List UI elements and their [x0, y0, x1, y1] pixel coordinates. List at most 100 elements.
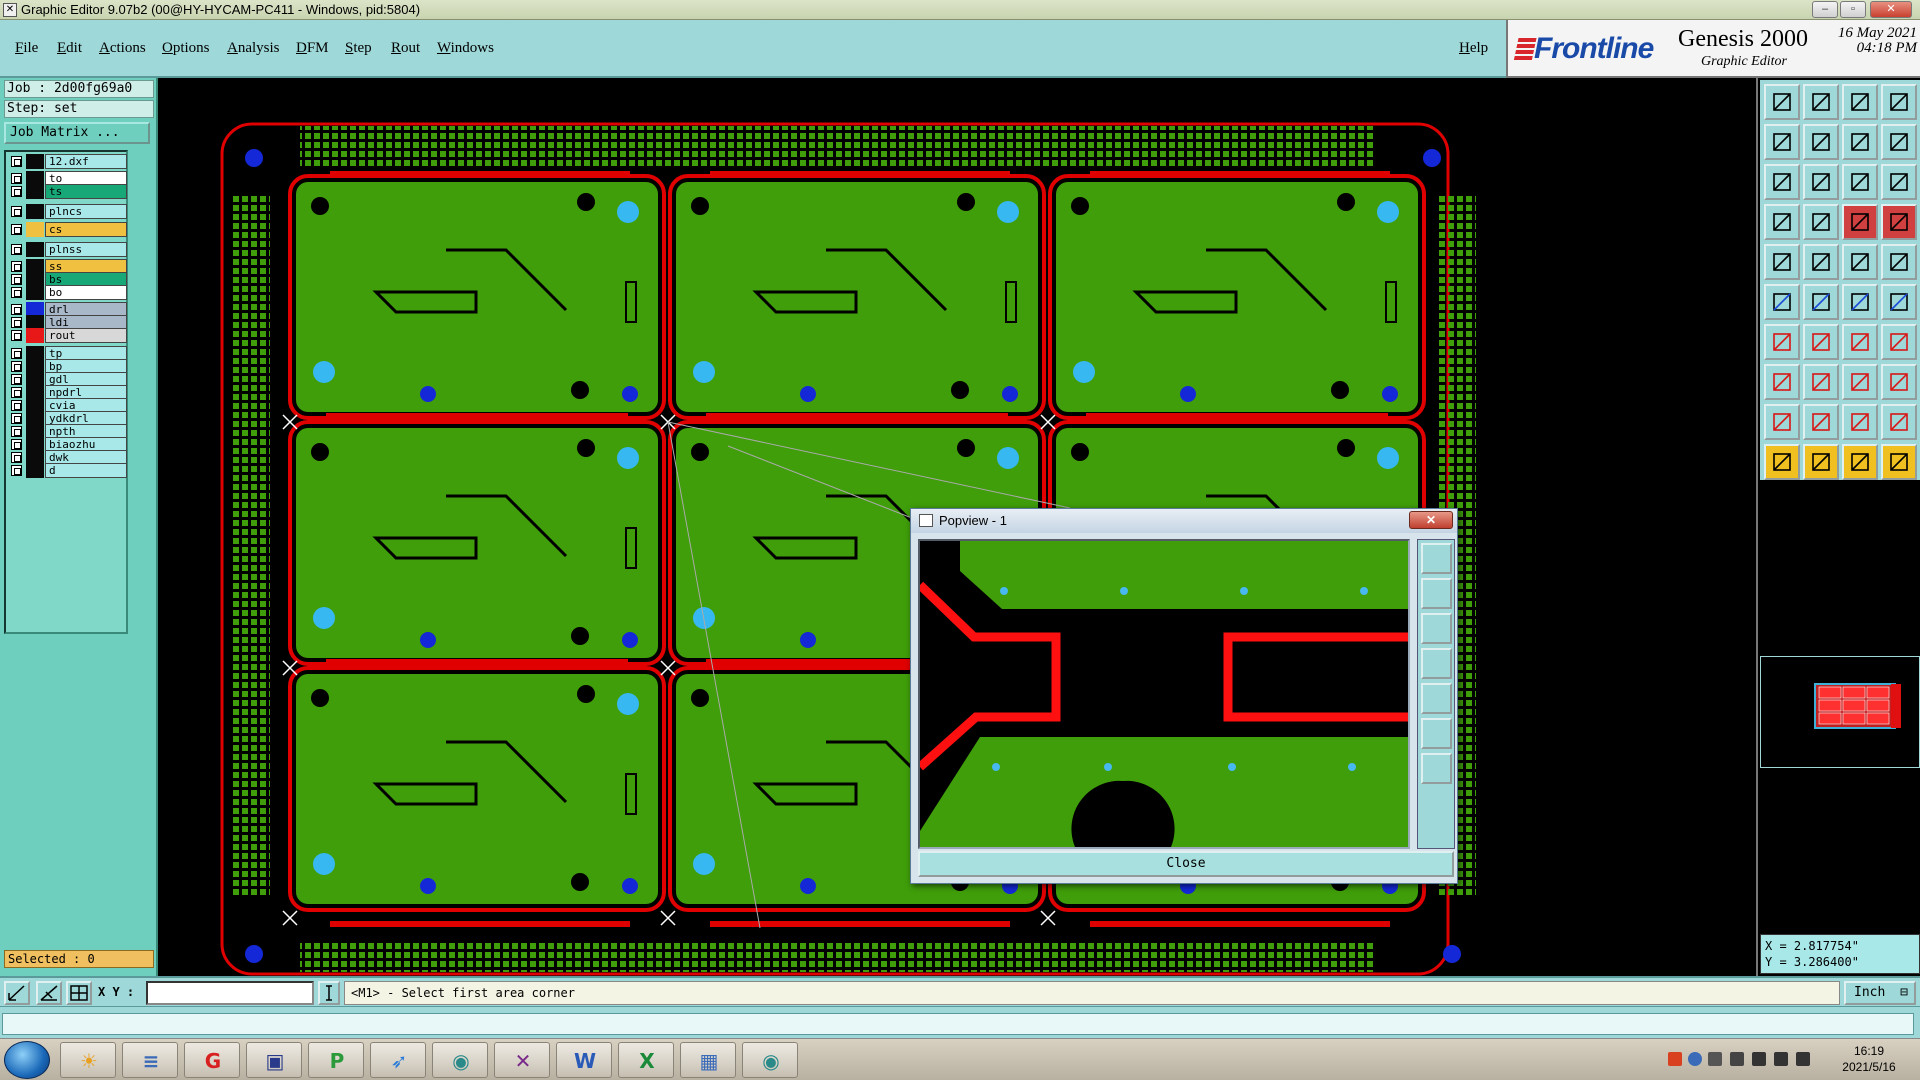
layer-color-swatch[interactable] — [26, 242, 44, 257]
layer-checkbox[interactable] — [11, 206, 22, 217]
next-icon[interactable] — [1803, 124, 1839, 160]
layer-color-swatch[interactable] — [26, 184, 44, 199]
tray-clock[interactable]: 16:19 2021/5/16 — [1824, 1043, 1914, 1075]
units-button[interactable]: Inch ⊟ — [1844, 981, 1916, 1005]
layer-checkbox[interactable] — [11, 387, 22, 398]
layer-name[interactable]: plnss — [45, 242, 127, 257]
pause-button[interactable] — [318, 981, 340, 1005]
menu-help[interactable]: Help — [1459, 40, 1488, 57]
layer-row-plnss[interactable]: plnss — [8, 242, 127, 257]
window-close-button[interactable]: ✕ — [1870, 1, 1912, 18]
start-button[interactable] — [4, 1041, 50, 1079]
menu-edit[interactable]: Edit — [57, 40, 82, 57]
save-icon[interactable] — [1803, 84, 1839, 120]
popview-close-button[interactable]: Close — [918, 851, 1454, 877]
line-alt-icon[interactable] — [1803, 324, 1839, 360]
target-icon[interactable] — [1881, 244, 1917, 280]
flag-icon[interactable] — [1796, 1052, 1810, 1066]
arc-icon[interactable] — [1842, 324, 1878, 360]
symbol-icon[interactable] — [1881, 324, 1917, 360]
taskbar-app-g-app[interactable]: G — [184, 1042, 240, 1078]
layer-row-d[interactable]: d — [8, 463, 127, 478]
volume-icon[interactable] — [1752, 1052, 1766, 1066]
dimension-icon[interactable] — [1842, 364, 1878, 400]
taskbar-app-sun-app[interactable]: ☀ — [60, 1042, 116, 1078]
popview-window[interactable]: Popview - 1 ✕ Close — [910, 508, 1458, 884]
rotate-icon[interactable] — [1764, 204, 1800, 240]
popview-zoom-out-icon[interactable] — [1421, 613, 1452, 644]
split-view-icon[interactable] — [1881, 84, 1917, 120]
layer-checkbox[interactable] — [11, 186, 22, 197]
menu-analysis[interactable]: Analysis — [227, 40, 280, 57]
layer-name[interactable]: bo — [45, 285, 127, 300]
layer-name[interactable]: rout — [45, 328, 127, 343]
layer-row-bo[interactable]: bo — [8, 285, 127, 300]
select-alt-icon[interactable] — [1803, 444, 1839, 480]
layer-checkbox[interactable] — [11, 304, 22, 315]
popview-pan-right-icon[interactable] — [1421, 683, 1452, 714]
layer-checkbox[interactable] — [11, 348, 22, 359]
overview-map[interactable] — [1760, 656, 1920, 768]
popview-zoom-icon[interactable] — [1421, 543, 1452, 574]
paint-icon[interactable] — [1803, 244, 1839, 280]
taskbar-app-x-app[interactable]: ✕ — [494, 1042, 550, 1078]
grid-toggle-icon[interactable] — [1803, 204, 1839, 240]
layer-name[interactable]: cs — [45, 222, 127, 237]
layer-color-swatch[interactable] — [26, 154, 44, 169]
layer-row-plncs[interactable]: plncs — [8, 204, 127, 219]
layer-checkbox[interactable] — [11, 261, 22, 272]
layer-checkbox[interactable] — [11, 439, 22, 450]
layer-checkbox[interactable] — [11, 330, 22, 341]
layer-color-swatch[interactable] — [26, 222, 44, 237]
layer-color-swatch[interactable] — [26, 204, 44, 219]
snap-mode-button[interactable] — [4, 981, 30, 1005]
layer-checkbox[interactable] — [11, 244, 22, 255]
cross-icon[interactable] — [1803, 284, 1839, 320]
text-b-icon[interactable] — [1842, 404, 1878, 440]
line-icon[interactable] — [1764, 324, 1800, 360]
taskbar-app-p-app[interactable]: P — [308, 1042, 364, 1078]
ruler-icon[interactable] — [1842, 244, 1878, 280]
minimize-button[interactable]: – — [1812, 1, 1838, 18]
layer-checkbox[interactable] — [11, 413, 22, 424]
taskbar-app-image-viewer[interactable]: ▦ — [680, 1042, 736, 1078]
menu-rout[interactable]: Rout — [391, 40, 420, 57]
menu-actions[interactable]: Actions — [99, 40, 146, 57]
layer-checkbox[interactable] — [11, 374, 22, 385]
minus-icon[interactable] — [1803, 364, 1839, 400]
message-field[interactable] — [2, 1013, 1914, 1035]
taskbar-app-fish-app[interactable]: ◉ — [432, 1042, 488, 1078]
layer-name[interactable]: 12.dxf — [45, 154, 127, 169]
job-matrix-button[interactable]: Job Matrix ... — [4, 122, 150, 144]
home-icon[interactable] — [1842, 84, 1878, 120]
taskbar-app-word[interactable]: W — [556, 1042, 612, 1078]
layer-checkbox[interactable] — [11, 224, 22, 235]
snap-point-icon[interactable] — [1764, 364, 1800, 400]
measure-icon[interactable] — [1842, 204, 1878, 240]
menu-step[interactable]: Step — [345, 40, 372, 57]
layer-row-rout[interactable]: rout — [8, 328, 127, 343]
select-edit-icon[interactable] — [1842, 444, 1878, 480]
angle-mode-button[interactable] — [36, 981, 62, 1005]
layer-checkbox[interactable] — [11, 361, 22, 372]
layer-checkbox[interactable] — [11, 452, 22, 463]
popview-home-icon[interactable] — [1421, 753, 1452, 784]
taskbar-app-excel[interactable]: X — [618, 1042, 674, 1078]
popview-close-x-button[interactable]: ✕ — [1409, 511, 1453, 529]
layer-color-swatch[interactable] — [26, 328, 44, 343]
camera-icon[interactable] — [1764, 244, 1800, 280]
layer-color-swatch[interactable] — [26, 285, 44, 300]
layer-checkbox[interactable] — [11, 465, 22, 476]
redo-icon[interactable] — [1881, 124, 1917, 160]
layer-checkbox[interactable] — [11, 317, 22, 328]
menu-dfm[interactable]: DFM — [296, 40, 329, 57]
taskbar-app-feather-app[interactable]: ➶ — [370, 1042, 426, 1078]
popview-pan-left-icon[interactable] — [1421, 648, 1452, 679]
layer-name[interactable]: d — [45, 463, 127, 478]
layer-name[interactable]: plncs — [45, 204, 127, 219]
connect-icon[interactable] — [1842, 284, 1878, 320]
layer-checkbox[interactable] — [11, 287, 22, 298]
center-icon[interactable] — [1803, 164, 1839, 200]
layer-checkbox[interactable] — [11, 426, 22, 437]
network-icon[interactable] — [1774, 1052, 1788, 1066]
